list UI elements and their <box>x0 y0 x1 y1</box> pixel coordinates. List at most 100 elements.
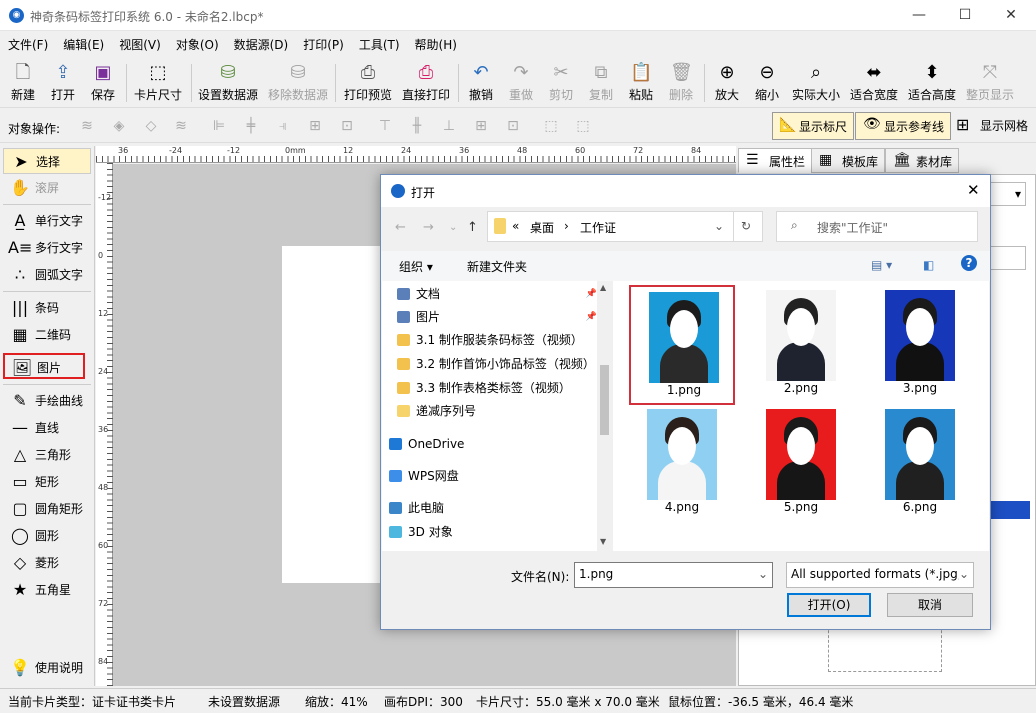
open-button[interactable]: ⇪ 打开 <box>46 58 80 108</box>
file-item[interactable]: 1.png <box>629 285 735 405</box>
property-dropdown[interactable]: ▾ <box>988 182 1026 206</box>
new-folder-button[interactable]: 新建文件夹 <box>467 258 527 275</box>
filename-input[interactable]: 1.png ⌄ <box>574 562 773 588</box>
refresh-icon[interactable]: ↻ <box>741 219 751 233</box>
tool-barcode[interactable]: ||| 条码 <box>3 295 91 321</box>
forward-icon[interactable]: → <box>423 220 434 235</box>
view-icon[interactable]: ▤ ▾ <box>871 258 892 272</box>
layer-top-icon[interactable]: ◈ <box>110 118 128 134</box>
file-type-select[interactable]: All supported formats (*.jpg; ⌄ <box>786 562 974 588</box>
menu-print[interactable]: 打印(P) <box>295 33 351 53</box>
show-ruler-toggle[interactable]: 📐 显示标尺 <box>772 112 855 140</box>
align-right-icon[interactable]: ⫣ <box>274 118 292 134</box>
spacing-h-icon[interactable]: ⊡ <box>338 118 356 134</box>
tree-item[interactable]: OneDrive <box>386 433 591 455</box>
file-item[interactable]: 6.png <box>867 404 973 524</box>
fit-page-button[interactable]: ⤧ 整页显示 <box>964 58 1016 108</box>
scroll-up-icon[interactable]: ▲ <box>600 283 606 292</box>
property-field[interactable] <box>988 246 1026 270</box>
tool-rect[interactable]: ▭ 矩形 <box>3 469 91 495</box>
tool-single-text[interactable]: A̲ 单行文字 <box>3 208 91 234</box>
tool-freehand[interactable]: ✎ 手绘曲线 <box>3 388 91 414</box>
tool-scroll[interactable]: ✋ 滚屏 <box>3 175 91 201</box>
recent-dropdown-icon[interactable]: ⌄ <box>449 222 457 233</box>
menu-file[interactable]: 文件(F) <box>0 33 55 53</box>
file-item[interactable]: 4.png <box>629 404 735 524</box>
tool-circle[interactable]: ◯ 圆形 <box>3 523 91 549</box>
tree-item[interactable]: 3D 对象 <box>386 521 591 543</box>
show-grid-toggle[interactable]: ⊞ 显示网格 <box>956 115 1028 134</box>
tool-help[interactable]: 💡 使用说明 <box>3 655 91 681</box>
tool-select[interactable]: ➤ 选择 <box>3 148 91 174</box>
tree-item[interactable]: 递减序列号 <box>394 400 599 422</box>
minimize-button[interactable]: — <box>896 0 942 31</box>
tool-round-rect[interactable]: ▢ 圆角矩形 <box>3 496 91 522</box>
cancel-button[interactable]: 取消 <box>887 593 973 617</box>
tree-item[interactable]: 3.3 制作表格类标签（视频） <box>394 377 599 399</box>
paste-button[interactable]: 📋 粘贴 <box>624 58 658 108</box>
tree-item[interactable]: 3.1 制作服装条码标签（视频） <box>394 329 599 351</box>
menu-view[interactable]: 视图(V) <box>111 33 168 53</box>
tree-item[interactable]: 图片 📌 <box>394 306 599 328</box>
save-button[interactable]: ▣ 保存 <box>86 58 120 108</box>
open-button[interactable]: 打开(O) <box>787 593 871 617</box>
chevron-down-icon[interactable]: ⌄ <box>758 567 768 581</box>
tool-arc-text[interactable]: ∴ 圆弧文字 <box>3 262 91 288</box>
maximize-button[interactable]: ☐ <box>942 0 988 31</box>
tree-item[interactable]: WPS网盘 <box>386 465 591 487</box>
print-button[interactable]: ⎙ 直接打印 <box>400 58 452 108</box>
status-card-type[interactable]: 当前卡片类型：证卡证书类卡片 <box>8 693 176 710</box>
organize-button[interactable]: 组织 ▾ <box>399 258 433 275</box>
align-bottom-icon[interactable]: ⊥ <box>440 118 458 134</box>
tool-diamond[interactable]: ◇ 菱形 <box>3 550 91 576</box>
show-guides-toggle[interactable]: 👁 显示参考线 <box>855 112 952 140</box>
tab-templates[interactable]: ▦ 模板库 <box>811 148 886 173</box>
breadcrumb-workcard[interactable]: 工作证 <box>580 219 616 236</box>
scrollbar-thumb[interactable] <box>600 365 609 435</box>
card-size-button[interactable]: ⬚ 卡片尺寸 <box>130 58 186 108</box>
help-icon[interactable]: ? <box>961 255 977 271</box>
menu-help[interactable]: 帮助(H) <box>407 33 464 53</box>
menu-edit[interactable]: 编辑(E) <box>55 33 111 53</box>
print-preview-button[interactable]: ⎙ 打印预览 <box>342 58 394 108</box>
back-icon[interactable]: ← <box>395 220 406 235</box>
layer-bottom-icon[interactable]: ≋ <box>172 118 190 134</box>
tab-assets[interactable]: 🏛 素材库 <box>885 148 960 173</box>
tool-triangle[interactable]: △ 三角形 <box>3 442 91 468</box>
menu-tools[interactable]: 工具(T) <box>351 33 407 53</box>
remove-datasource-button[interactable]: ⛁ 移除数据源 <box>266 58 330 108</box>
preview-pane-icon[interactable]: ◧ <box>923 258 934 272</box>
spacing-v-icon[interactable]: ⊡ <box>504 118 522 134</box>
tool-qrcode[interactable]: ▦ 二维码 <box>3 322 91 348</box>
scroll-down-icon[interactable]: ▼ <box>600 537 606 546</box>
actual-size-button[interactable]: ⌕ 实际大小 <box>790 58 842 108</box>
label-card[interactable] <box>282 246 382 583</box>
distribute-v-icon[interactable]: ⊞ <box>472 118 490 134</box>
tool-image[interactable]: 🖼 图片 <box>3 353 85 379</box>
tool-multi-text[interactable]: A≡ 多行文字 <box>3 235 91 261</box>
address-bar[interactable]: « 桌面 › 工作证 ⌄ ↻ <box>487 211 763 242</box>
zoom-out-button[interactable]: ⊖ 缩小 <box>750 58 784 108</box>
tree-item[interactable]: 此电脑 <box>386 497 591 519</box>
search-input[interactable]: ⌕ 搜索"工作证" <box>776 211 978 242</box>
breadcrumb-desktop[interactable]: 桌面 <box>530 219 554 236</box>
new-button[interactable]: 🗋 新建 <box>6 58 40 108</box>
up-icon[interactable]: ↑ <box>467 220 478 235</box>
distribute-h-icon[interactable]: ⊞ <box>306 118 324 134</box>
fit-height-button[interactable]: ⬍ 适合高度 <box>906 58 958 108</box>
tree-item[interactable]: 文档 📌 <box>394 283 599 305</box>
cut-button[interactable]: ✂ 剪切 <box>544 58 578 108</box>
align-center-icon[interactable]: ╪ <box>242 118 260 134</box>
align-middle-icon[interactable]: ╫ <box>408 118 426 134</box>
color-swatch[interactable] <box>988 501 1030 519</box>
layer-up-icon[interactable]: ≋ <box>78 118 96 134</box>
align-top-icon[interactable]: ⊤ <box>376 118 394 134</box>
ungroup-icon[interactable]: ⬚ <box>574 118 592 134</box>
close-button[interactable]: ✕ <box>988 0 1034 31</box>
menu-object[interactable]: 对象(O) <box>168 33 226 53</box>
file-item[interactable]: 2.png <box>748 285 854 405</box>
tree-item[interactable]: 3.2 制作首饰小饰品标签（视频） <box>394 353 599 375</box>
undo-button[interactable]: ↶ 撤销 <box>464 58 498 108</box>
redo-button[interactable]: ↷ 重做 <box>504 58 538 108</box>
tool-line[interactable]: — 直线 <box>3 415 91 441</box>
